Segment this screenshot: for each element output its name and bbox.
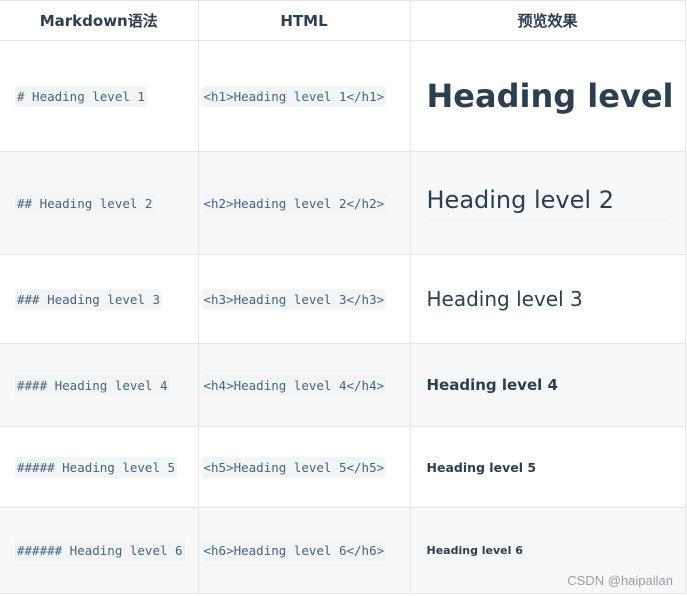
preview-cell: Heading level 2 xyxy=(409,151,686,255)
markdown-code: ###### Heading level 6 xyxy=(15,540,185,561)
markdown-code: # Heading level 1 xyxy=(15,85,147,107)
table-row: ##### Heading level 5 <h5>Heading level … xyxy=(0,426,686,508)
markdown-code: ## Heading level 2 xyxy=(15,192,155,214)
markdown-cell: ## Heading level 2 xyxy=(0,151,199,255)
markdown-cell: ###### Heading level 6 xyxy=(0,507,199,594)
preview-heading-3: Heading level 3 xyxy=(426,287,583,311)
html-cell: <h3>Heading level 3</h3> xyxy=(197,254,411,344)
header-markdown: Markdown语法 xyxy=(0,0,199,41)
table-row: ## Heading level 2 <h2>Heading level 2</… xyxy=(0,151,686,255)
markdown-heading-table: Markdown语法 HTML 预览效果 # Heading level 1 <… xyxy=(0,0,686,594)
markdown-cell: ### Heading level 3 xyxy=(0,254,199,344)
html-code: <h5>Heading level 5</h5> xyxy=(201,456,387,478)
markdown-cell: # Heading level 1 xyxy=(0,40,199,152)
html-cell: <h4>Heading level 4</h4> xyxy=(197,343,411,427)
markdown-cell: #### Heading level 4 xyxy=(0,343,199,427)
table-header-row: Markdown语法 HTML 预览效果 xyxy=(0,0,686,41)
watermark: CSDN @haipailan xyxy=(567,573,673,588)
preview-heading-4: Heading level 4 xyxy=(426,376,558,394)
html-cell: <h1>Heading level 1</h1> xyxy=(197,40,411,152)
preview-cell: Heading level 5 xyxy=(409,426,686,508)
html-code: <h6>Heading level 6</h6> xyxy=(201,540,387,561)
preview-heading-6: Heading level 6 xyxy=(426,544,523,557)
markdown-cell: ##### Heading level 5 xyxy=(0,426,199,508)
markdown-code: ### Heading level 3 xyxy=(15,288,162,310)
preview-cell: Heading level 4 xyxy=(409,343,686,427)
table-row: ### Heading level 3 <h3>Heading level 3<… xyxy=(0,254,686,344)
html-code: <h3>Heading level 3</h3> xyxy=(201,288,387,310)
markdown-code: #### Heading level 4 xyxy=(15,374,170,396)
html-cell: <h5>Heading level 5</h5> xyxy=(197,426,411,508)
preview-heading-1: Heading level 1 xyxy=(426,77,685,115)
preview-cell: Heading level 3 xyxy=(409,254,686,344)
preview-cell: Heading level 1 xyxy=(409,40,686,152)
markdown-code: ##### Heading level 5 xyxy=(15,456,178,478)
html-code: <h4>Heading level 4</h4> xyxy=(201,374,387,396)
table-row: #### Heading level 4 <h4>Heading level 4… xyxy=(0,343,686,427)
html-code: <h1>Heading level 1</h1> xyxy=(201,85,387,107)
html-code: <h2>Heading level 2</h2> xyxy=(201,192,387,214)
header-html: HTML xyxy=(197,0,411,41)
preview-heading-2: Heading level 2 xyxy=(426,186,669,220)
table-row: # Heading level 1 <h1>Heading level 1</h… xyxy=(0,40,686,152)
header-preview: 预览效果 xyxy=(409,0,686,41)
html-cell: <h6>Heading level 6</h6> xyxy=(197,507,411,594)
preview-heading-5: Heading level 5 xyxy=(426,459,537,475)
html-cell: <h2>Heading level 2</h2> xyxy=(197,151,411,255)
